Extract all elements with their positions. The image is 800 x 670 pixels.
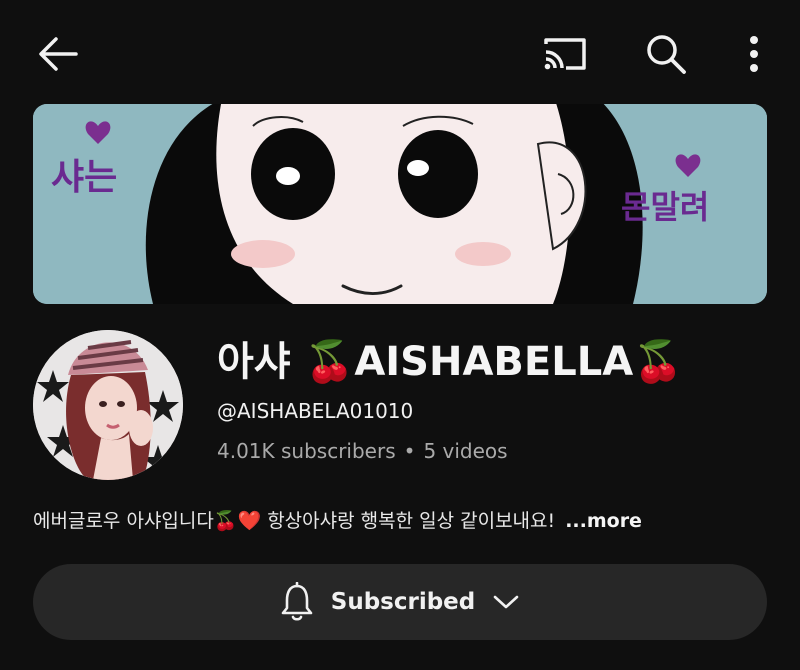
description-text: 에버글로우 아샤입니다🍒❤️ 항상아샤랑 행복한 일상 같이보내요! <box>33 510 556 532</box>
cast-icon <box>544 38 586 70</box>
subscriber-count: 4.01K subscribers <box>217 439 396 463</box>
stats-separator: • <box>403 439 416 463</box>
banner-text-right: 몬말려 <box>621 188 710 226</box>
chevron-down-icon <box>493 595 519 609</box>
search-button[interactable] <box>636 26 696 82</box>
more-options-button[interactable] <box>726 26 782 82</box>
more-vert-icon <box>750 36 758 72</box>
search-icon <box>647 35 686 74</box>
bell-icon <box>281 582 313 621</box>
channel-stats: 4.01K subscribers • 5 videos <box>217 436 508 466</box>
description-more-link[interactable]: ...more <box>565 510 642 532</box>
channel-avatar[interactable] <box>33 330 183 480</box>
channel-name: 아샤 🍒AISHABELLA🍒 <box>217 339 683 385</box>
cast-button[interactable] <box>534 28 594 80</box>
back-button[interactable] <box>28 26 88 82</box>
video-count: 5 videos <box>423 439 508 463</box>
subscribed-button[interactable]: Subscribed <box>33 564 767 640</box>
channel-description[interactable]: 에버글로우 아샤입니다🍒❤️ 항상아샤랑 행복한 일상 같이보내요! ...mo… <box>33 506 642 536</box>
channel-banner: 샤는 몬말려 <box>33 104 767 304</box>
subscribed-label: Subscribed <box>330 589 476 615</box>
banner-text-left: 샤는 <box>51 157 118 198</box>
avatar-image <box>33 330 183 480</box>
top-app-bar <box>0 0 800 104</box>
arrow-left-icon <box>39 37 78 71</box>
channel-handle: @AISHABELA01010 <box>217 399 414 423</box>
